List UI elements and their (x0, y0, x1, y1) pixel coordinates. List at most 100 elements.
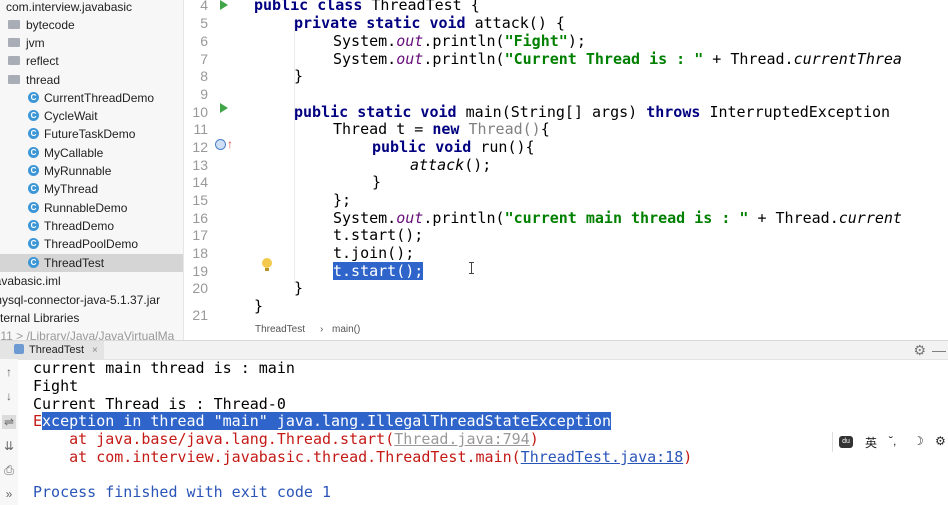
tree-item-jvm[interactable]: jvm (0, 34, 183, 52)
tree-item-jdk[interactable]: < 11 > /Library/Java/JavaVirtualMa (0, 327, 183, 340)
tree-item-label: mysql-connector-java-5.1.37.jar (0, 293, 161, 307)
code-token: t.start(); (333, 226, 424, 244)
code-token: .println( (423, 32, 505, 50)
console-text: E (33, 412, 43, 430)
line-number: 17 (192, 227, 208, 243)
line-number: 11 (193, 121, 208, 137)
code-token: } (372, 173, 382, 191)
code-line-12: public void run(){ (372, 138, 535, 156)
class-icon: C (28, 257, 39, 269)
tree-item-jar[interactable]: mysql-connector-java-5.1.37.jar (0, 291, 183, 309)
tree-item-label: < 11 > /Library/Java/JavaVirtualMa (0, 329, 175, 340)
code-token: }; (333, 191, 352, 209)
run-tab[interactable]: ThreadTest × (0, 341, 104, 359)
selected-console-text[interactable]: xception in thread "main" java.lang.Ille… (42, 412, 611, 430)
tree-item-label: com.interview.javabasic (6, 0, 133, 14)
tree-item-bytecode[interactable]: bytecode (0, 16, 183, 34)
tree-item-label: CycleWait (44, 109, 98, 123)
code-token: System. (333, 209, 397, 227)
tree-item-myrunnable[interactable]: C MyRunnable (0, 162, 183, 180)
code-line-20: } (294, 279, 303, 297)
run-config-icon (14, 344, 24, 355)
tree-item-cyclewait[interactable]: C CycleWait (0, 107, 183, 125)
code-token: Thread() (468, 120, 541, 138)
tree-item-threadpooldemo[interactable]: C ThreadPoolDemo (0, 235, 183, 253)
code-line-10: public static void main(String[] args) t… (294, 103, 890, 121)
tree-item-futuretaskdemo[interactable]: C FutureTaskDemo (0, 125, 183, 143)
console-output[interactable]: current main thread is : main Fight Curr… (18, 359, 948, 505)
moon-icon[interactable]: ☽ (913, 434, 924, 448)
code-token: run(){ (480, 138, 535, 156)
class-icon: C (28, 183, 39, 195)
code-token: + Thread. (703, 50, 794, 68)
console-text: ) (529, 430, 539, 448)
tree-item-external-libraries[interactable]: External Libraries (0, 309, 183, 327)
indent-guide (294, 20, 295, 284)
tree-item-iml[interactable]: javabasic.iml (0, 272, 183, 290)
selected-code[interactable]: t.start(); (333, 262, 424, 280)
override-method-icon[interactable] (215, 139, 226, 150)
gear-icon[interactable]: ⚙ (913, 342, 926, 359)
code-token: "current main thread is : " (504, 209, 749, 227)
tree-item-label: ThreadDemo (44, 219, 115, 233)
line-number: 18 (192, 245, 208, 261)
more-icon[interactable]: » (2, 487, 16, 501)
console-line: Current Thread is : Thread-0 (33, 395, 286, 413)
console-text: at com.interview.javabasic.thread.Thread… (33, 448, 521, 466)
scroll-to-end-icon[interactable]: ⇊ (2, 439, 16, 453)
stack-trace-link[interactable]: Thread.java:794 (394, 430, 529, 448)
print-icon[interactable]: ⎙ (2, 463, 16, 478)
tree-item-label: MyThread (44, 182, 99, 196)
code-token: (); (464, 156, 492, 174)
lightbulb-icon[interactable] (262, 258, 272, 268)
console-line: current main thread is : main (33, 359, 295, 377)
breadcrumb-method[interactable]: main() (332, 324, 360, 335)
soft-wrap-icon[interactable]: ⇌ (2, 415, 16, 429)
gear-icon[interactable]: ⚙ (935, 434, 946, 448)
code-token: out (396, 32, 424, 50)
tree-item-threaddemo[interactable]: C ThreadDemo (0, 217, 183, 235)
folder-icon (8, 56, 20, 66)
tree-item-reflect[interactable]: reflect (0, 52, 183, 70)
ime-language-toggle[interactable]: 英 (865, 434, 877, 451)
ime-punctuation-toggle[interactable]: ˘, (889, 434, 896, 448)
run-class-icon[interactable] (220, 0, 228, 10)
line-number: 21 (192, 307, 208, 320)
line-number: 12 (192, 139, 208, 155)
tree-item-threadtest[interactable]: C ThreadTest (0, 254, 183, 272)
tree-item-currentthreaddemo[interactable]: C CurrentThreadDemo (0, 89, 183, 107)
tree-item-mythread[interactable]: C MyThread (0, 180, 183, 198)
code-line-5: private static void attack() { (294, 14, 565, 32)
tree-item-package[interactable]: com.interview.javabasic (0, 0, 183, 16)
code-line-17: t.start(); (333, 226, 423, 244)
close-icon[interactable]: × (92, 345, 98, 356)
stack-trace-link[interactable]: ThreadTest.java:18 (521, 448, 684, 466)
ime-toolbar: du 英 ˘, ☽ ⚙ (832, 432, 948, 452)
code-token: t.join(); (333, 244, 415, 262)
tree-item-runnabledemo[interactable]: C RunnableDemo (0, 199, 183, 217)
code-line-15: }; (333, 191, 351, 209)
code-editor[interactable]: public class ThreadTest { private static… (242, 0, 948, 322)
tree-item-label: jvm (26, 36, 45, 50)
tree-item-label: ThreadTest (44, 256, 105, 270)
code-token: public void (372, 138, 481, 156)
tree-item-thread[interactable]: thread (0, 71, 183, 89)
code-token: public static void (294, 103, 466, 121)
code-line-11: Thread t = new Thread(){ (333, 120, 550, 138)
code-token: System. (333, 50, 397, 68)
baidu-ime-icon[interactable]: du (839, 436, 853, 448)
line-number: 8 (200, 68, 208, 84)
code-token: ThreadTest { (371, 0, 480, 14)
folder-icon (8, 38, 20, 48)
folder-icon (8, 75, 20, 85)
tree-item-mycallable[interactable]: C MyCallable (0, 144, 183, 162)
folder-icon (8, 20, 20, 30)
run-main-icon[interactable] (220, 103, 228, 113)
tree-item-label: FutureTaskDemo (44, 127, 136, 141)
arrow-down-icon[interactable]: ↓ (2, 389, 16, 403)
arrow-up-icon[interactable]: ↑ (2, 365, 16, 379)
console-text: ) (683, 448, 693, 466)
code-token: out (396, 50, 424, 68)
breadcrumb-class[interactable]: ThreadTest (255, 324, 305, 335)
minimize-icon[interactable]: — (932, 342, 946, 358)
